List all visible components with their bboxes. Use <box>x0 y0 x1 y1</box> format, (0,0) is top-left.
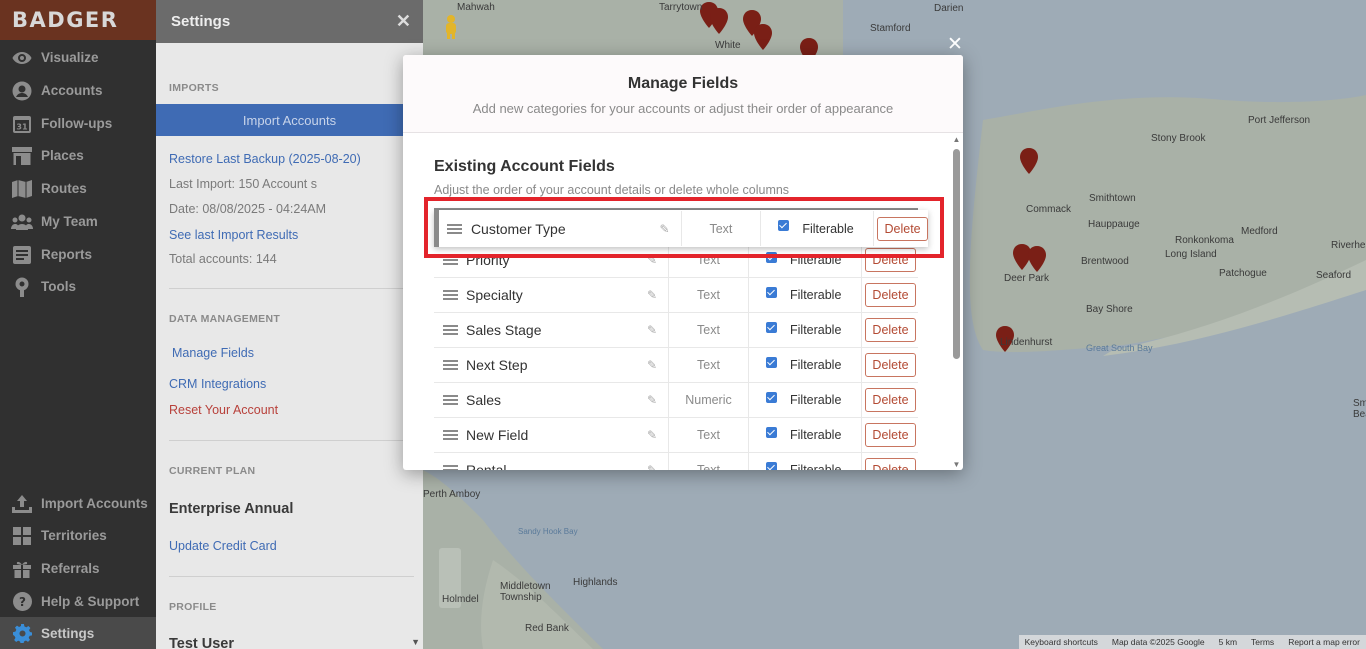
modal-scrollbar[interactable]: ▲ ▼ <box>952 136 961 469</box>
field-row[interactable]: New Field ✎ Text Filterable Delete <box>434 417 918 453</box>
section-title: Existing Account Fields <box>434 158 615 175</box>
checkbox-icon[interactable] <box>766 461 777 470</box>
filterable-label: Filterable <box>790 428 842 442</box>
filterable-checkbox[interactable]: Filterable <box>749 382 862 418</box>
drag-handle-icon[interactable] <box>434 393 466 407</box>
modal-header: Manage Fields Add new categories for you… <box>403 55 963 133</box>
modal-body: Existing Account Fields Adjust the order… <box>403 133 963 470</box>
field-name: Priority <box>466 252 510 268</box>
field-row[interactable]: Next Step ✎ Text Filterable Delete <box>434 347 918 383</box>
field-type: Text <box>669 277 749 313</box>
edit-pencil-icon[interactable]: ✎ <box>636 347 669 383</box>
field-name: Customer Type <box>470 220 566 237</box>
filterable-checkbox[interactable]: Filterable <box>749 277 862 313</box>
delete-button[interactable]: Delete <box>865 353 916 377</box>
filterable-label: Filterable <box>802 221 854 236</box>
checkbox-icon[interactable] <box>766 356 777 368</box>
field-name: New Field <box>466 427 529 443</box>
checkbox-icon[interactable] <box>766 251 777 263</box>
field-row[interactable]: Sales ✎ Numeric Filterable Delete <box>434 382 918 418</box>
drag-handle-icon[interactable] <box>434 428 466 442</box>
delete-button[interactable]: Delete <box>877 216 929 241</box>
edit-pencil-icon[interactable]: ✎ <box>636 312 669 348</box>
edit-pencil-icon[interactable]: ✎ <box>649 211 682 246</box>
field-row[interactable]: Sales Stage ✎ Text Filterable Delete <box>434 312 918 348</box>
field-type: Text <box>669 347 749 383</box>
filterable-label: Filterable <box>790 323 842 337</box>
delete-button[interactable]: Delete <box>865 248 916 272</box>
filterable-checkbox[interactable]: Filterable <box>749 417 862 453</box>
dragged-field-row[interactable]: Customer Type ✎ Text Filterable Delete <box>434 210 929 247</box>
field-type: Text <box>682 211 762 246</box>
filterable-label: Filterable <box>790 253 842 267</box>
scroll-down-icon[interactable]: ▼ <box>952 461 961 469</box>
filterable-checkbox[interactable]: Filterable <box>749 347 862 383</box>
drag-handle-icon[interactable] <box>434 253 466 267</box>
filterable-label: Filterable <box>790 288 842 302</box>
filterable-checkbox[interactable]: Filterable <box>761 211 875 246</box>
filterable-checkbox[interactable]: Filterable <box>749 452 862 470</box>
modal-subtitle: Add new categories for your accounts or … <box>472 101 894 116</box>
filterable-label: Filterable <box>790 393 842 407</box>
delete-button[interactable]: Delete <box>865 423 916 447</box>
edit-pencil-icon[interactable]: ✎ <box>636 277 669 313</box>
delete-button[interactable]: Delete <box>865 388 916 412</box>
drag-handle-icon[interactable] <box>434 288 466 302</box>
checkbox-icon[interactable] <box>766 321 777 333</box>
filterable-label: Filterable <box>790 463 842 470</box>
field-row[interactable]: Priority ✎ Text Filterable Delete <box>434 242 918 278</box>
drag-handle-icon[interactable] <box>434 323 466 337</box>
checkbox-icon[interactable] <box>766 426 777 438</box>
checkbox-icon[interactable] <box>778 220 790 231</box>
field-type: Text <box>669 417 749 453</box>
field-type: Text <box>669 242 749 278</box>
drag-handle-icon[interactable] <box>439 222 471 236</box>
field-name: Rental <box>466 462 507 470</box>
drag-handle-icon[interactable] <box>434 463 466 470</box>
drag-handle-icon[interactable] <box>434 358 466 372</box>
edit-pencil-icon[interactable]: ✎ <box>636 242 669 278</box>
delete-button[interactable]: Delete <box>865 318 916 342</box>
field-name: Next Step <box>466 357 528 373</box>
filterable-checkbox[interactable]: Filterable <box>749 242 862 278</box>
field-type: Text <box>669 312 749 348</box>
modal-title: Manage Fields <box>627 75 739 92</box>
delete-button[interactable]: Delete <box>865 283 916 307</box>
checkbox-icon[interactable] <box>766 391 777 403</box>
field-type: Numeric <box>669 382 749 418</box>
field-type: Text <box>669 452 749 470</box>
filterable-label: Filterable <box>790 358 842 372</box>
checkbox-icon[interactable] <box>766 286 777 298</box>
manage-fields-modal: Manage Fields Add new categories for you… <box>403 55 963 470</box>
field-name: Sales <box>466 392 502 408</box>
field-name: Specialty <box>466 287 523 303</box>
edit-pencil-icon[interactable]: ✎ <box>636 382 669 418</box>
scroll-up-icon[interactable]: ▲ <box>952 136 961 144</box>
field-row[interactable]: Specialty ✎ Text Filterable Delete <box>434 277 918 313</box>
scrollbar-thumb[interactable] <box>953 149 960 359</box>
field-row[interactable]: Rental ✎ Text Filterable Delete <box>434 452 918 470</box>
section-subtitle: Adjust the order of your account details… <box>434 183 790 197</box>
edit-pencil-icon[interactable]: ✎ <box>636 452 669 470</box>
edit-pencil-icon[interactable]: ✎ <box>636 417 669 453</box>
field-name: Sales Stage <box>466 322 542 338</box>
filterable-checkbox[interactable]: Filterable <box>749 312 862 348</box>
modal-close-icon[interactable]: ✕ <box>946 35 964 54</box>
delete-button[interactable]: Delete <box>865 458 916 470</box>
